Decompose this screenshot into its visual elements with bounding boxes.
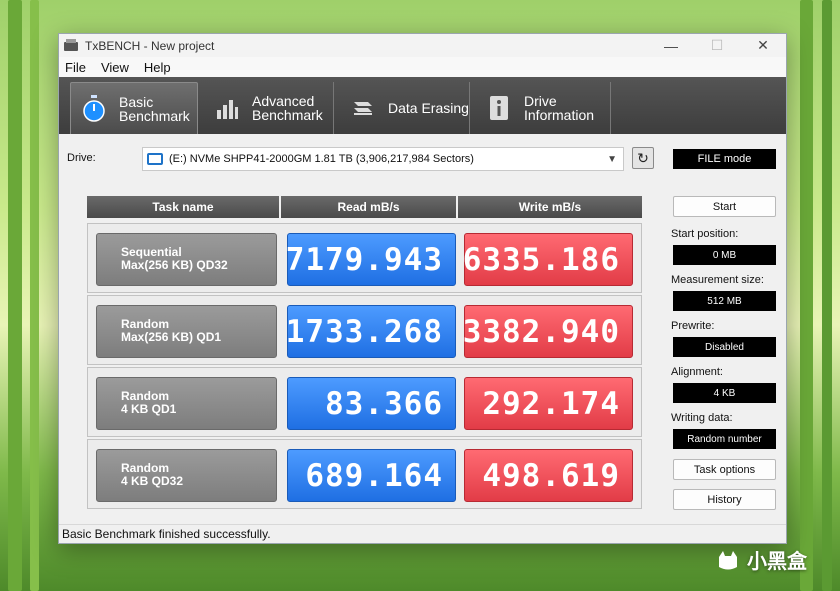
status-text: Basic Benchmark finished successfully. [62,527,271,541]
watermark-text: 小黑盒 [747,551,807,573]
tab-drive-information[interactable]: Drive Information [476,82,611,134]
drive-select[interactable]: (E:) NVMe SHPP41-2000GM 1.81 TB (3,906,2… [142,147,624,171]
tab-erasing-line1: Data Erasing [388,100,469,116]
prewrite-field[interactable]: Disabled [673,337,776,357]
mode-tabs: Basic Benchmark Advanced Benchmark Data … [59,77,786,134]
alignment-field[interactable]: 4 KB [673,383,776,403]
task-random-4k-qd32-button[interactable]: Random 4 KB QD32 [96,449,277,502]
menu-help[interactable]: Help [144,60,171,75]
tab-basic-line1: Basic [119,93,154,110]
bar-chart-icon [214,94,240,122]
watermark-logo-icon [719,550,737,569]
drive-label: Drive: [67,152,96,164]
refresh-button[interactable]: ↻ [632,147,654,169]
refresh-icon: ↻ [637,149,649,166]
alignment-label: Alignment: [671,366,723,378]
header-task-name: Task name [87,196,281,218]
tab-advanced-benchmark[interactable]: Advanced Benchmark [204,82,334,134]
tab-basic-benchmark[interactable]: Basic Benchmark [70,82,198,134]
start-button[interactable]: Start [673,196,776,217]
task-name-line2: 4 KB QD1 [121,402,177,416]
info-icon [486,94,512,122]
benchmark-panel: Drive: (E:) NVMe SHPP41-2000GM 1.81 TB (… [59,134,786,521]
title-bar: TxBENCH - New project — ☐ ✕ [59,34,786,57]
maximize-button[interactable]: ☐ [694,34,740,57]
drive-icon [147,153,163,165]
tab-basic-line2: Benchmark [119,107,190,124]
read-result: 689.164 [287,449,456,502]
writing-data-field[interactable]: Random number [673,429,776,449]
watermark: 小黑盒 [715,545,807,574]
app-icon [63,38,79,53]
stopwatch-icon [81,94,107,123]
eraser-icon [350,94,376,122]
task-name-line2: Max(256 KB) QD32 [121,258,228,272]
status-bar: Basic Benchmark finished successfully. [59,524,786,543]
write-result: 498.619 [464,449,633,502]
tab-drive-line2: Information [524,107,595,123]
app-window: TxBENCH - New project — ☐ ✕ File View He… [58,33,787,544]
minimize-button[interactable]: — [648,34,694,57]
task-options-button[interactable]: Task options [673,459,776,480]
write-result: 6335.186 [463,233,633,286]
read-result: 7179.943 [286,233,456,286]
header-read: Read mB/s [281,196,458,218]
read-result: 83.366 [287,377,456,430]
menu-bar: File View Help [59,57,786,77]
drive-selected-value: (E:) NVMe SHPP41-2000GM 1.81 TB (3,906,2… [169,153,474,165]
task-random-4k-qd1-button[interactable]: Random 4 KB QD1 [96,377,277,430]
tab-advanced-line2: Benchmark [252,107,323,123]
start-position-label: Start position: [671,228,739,240]
task-name-line2: 4 KB QD32 [121,474,184,488]
chevron-down-icon: ▼ [607,153,617,165]
close-button[interactable]: ✕ [740,34,786,57]
menu-file[interactable]: File [65,60,86,75]
header-write: Write mB/s [458,196,642,218]
write-result: 3382.940 [463,305,633,358]
window-title: TxBENCH - New project [85,38,215,53]
read-result: 1733.268 [286,305,456,358]
result-row: Sequential Max(256 KB) QD32 7179.943 633… [87,223,642,293]
task-name-line2: Max(256 KB) QD1 [121,330,222,344]
write-result: 292.174 [464,377,633,430]
writing-data-label: Writing data: [671,412,733,424]
measurement-size-label: Measurement size: [671,274,764,286]
tab-data-erasing[interactable]: Data Erasing [340,82,470,134]
start-position-field[interactable]: 0 MB [673,245,776,265]
history-button[interactable]: History [673,489,776,510]
result-row: Random 4 KB QD32 689.164 498.619 [87,439,642,509]
task-sequential-qd32-button[interactable]: Sequential Max(256 KB) QD32 [96,233,277,286]
task-random-256k-qd1-button[interactable]: Random Max(256 KB) QD1 [96,305,277,358]
results-header: Task name Read mB/s Write mB/s [87,196,642,218]
measurement-size-field[interactable]: 512 MB [673,291,776,311]
result-row: Random Max(256 KB) QD1 1733.268 3382.940 [87,295,642,365]
result-row: Random 4 KB QD1 83.366 292.174 [87,367,642,437]
tab-advanced-line1: Advanced [252,93,315,109]
menu-view[interactable]: View [101,60,129,75]
prewrite-label: Prewrite: [671,320,715,332]
mode-indicator: FILE mode [673,149,776,169]
tab-drive-line1: Drive [524,93,557,109]
